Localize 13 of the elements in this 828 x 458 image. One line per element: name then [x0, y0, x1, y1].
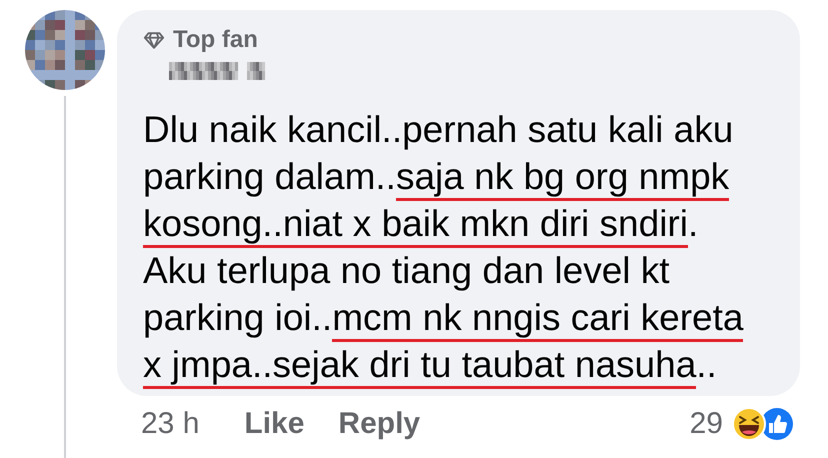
- action-link[interactable]: Like: [244, 407, 304, 441]
- reaction-count: 29: [690, 407, 723, 441]
- comment-text-line: kosong..niat x baik mkn diri sndiri.: [143, 200, 698, 247]
- comment-text-line: Dlu naik kancil..pernah satu kali aku: [143, 108, 734, 152]
- comment-text-line: Aku terlupa no tiang dan level kt: [143, 249, 670, 293]
- badge-label: Top fan: [173, 26, 258, 54]
- action-link[interactable]: Reply: [338, 407, 420, 441]
- comment-text-line: x jmpa..sejak dri tu taubat nasuha..: [143, 341, 717, 388]
- diamond-icon: [143, 30, 165, 50]
- comment-text-line: parking dalam..saja nk bg org nmpk: [143, 153, 730, 200]
- comment-text-line: parking ioi..mcm nk nngis cari kereta: [143, 294, 744, 341]
- reaction-icons[interactable]: [731, 406, 795, 442]
- timestamp: 23 h: [141, 407, 200, 441]
